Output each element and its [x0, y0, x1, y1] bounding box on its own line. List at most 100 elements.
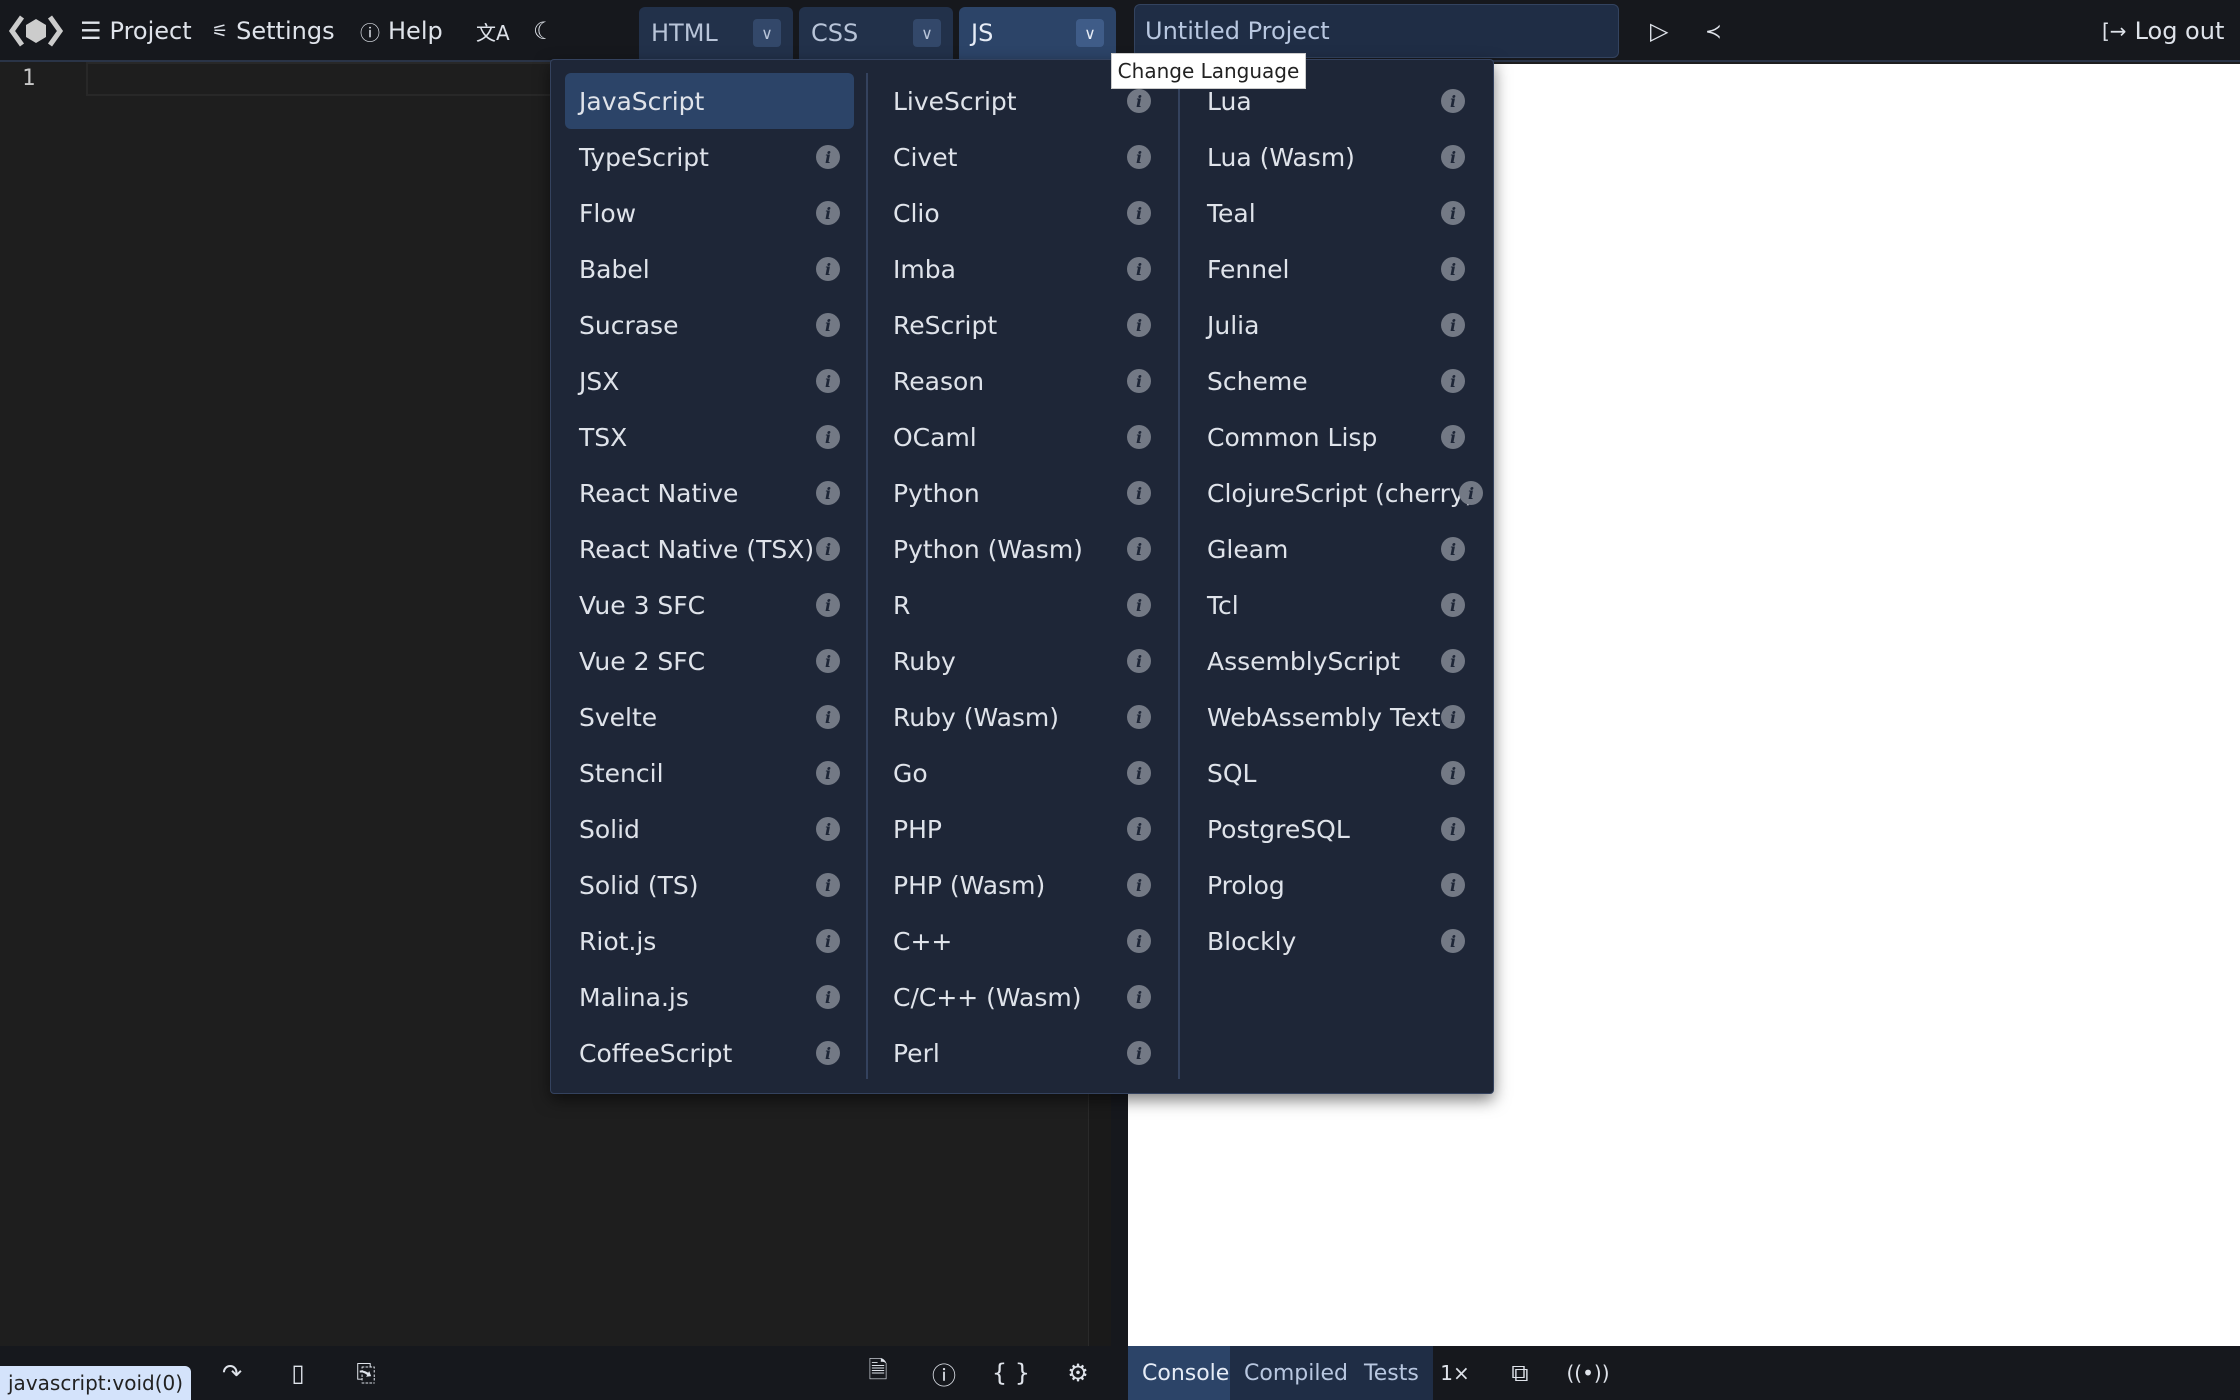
info-icon[interactable]: i	[1127, 1041, 1151, 1065]
chevron-down-icon[interactable]: ∨	[1076, 19, 1104, 47]
menu-item[interactable]: Teal i	[1193, 185, 1479, 241]
menu-item[interactable]: Ruby (Wasm) i	[879, 689, 1165, 745]
info-icon[interactable]: i	[1127, 985, 1151, 1009]
info-icon[interactable]: i	[816, 145, 840, 169]
menu-item[interactable]: Fennel i	[1193, 241, 1479, 297]
tab-css[interactable]: CSS ∨	[799, 7, 953, 59]
info-icon[interactable]: i	[1441, 873, 1465, 897]
menu-item[interactable]: Ri	[879, 577, 1165, 633]
menu-item[interactable]: TypeScript i	[565, 129, 854, 185]
info-icon[interactable]: i	[1441, 649, 1465, 673]
info-icon[interactable]: i	[1459, 481, 1483, 505]
info-icon[interactable]: i	[1127, 425, 1151, 449]
menu-item[interactable]: Imba i	[879, 241, 1165, 297]
info-icon[interactable]: i	[1441, 201, 1465, 225]
menu-item[interactable]: React Native (TSX) i	[565, 521, 854, 577]
menu-item[interactable]: PostgreSQL i	[1193, 801, 1479, 857]
menu-item[interactable]: Common Lisp i	[1193, 409, 1479, 465]
menu-item[interactable]: SQL i	[1193, 745, 1479, 801]
menu-item[interactable]: Sucrase i	[565, 297, 854, 353]
clipboard-icon[interactable]: ⎘	[346, 1346, 386, 1400]
tab-html[interactable]: HTML ∨	[639, 7, 793, 59]
info-icon[interactable]: i	[1127, 537, 1151, 561]
info-icon[interactable]: i	[1441, 313, 1465, 337]
menu-item[interactable]: C/C++ (Wasm) i	[879, 969, 1165, 1025]
info-icon[interactable]: ⓘ	[924, 1346, 964, 1400]
copy-icon[interactable]: ▯	[278, 1346, 318, 1400]
menu-item[interactable]: Solid (TS) i	[565, 857, 854, 913]
info-icon[interactable]: i	[1127, 929, 1151, 953]
info-icon[interactable]: i	[1441, 593, 1465, 617]
chevron-down-icon[interactable]: ∨	[753, 19, 781, 47]
info-icon[interactable]: i	[816, 425, 840, 449]
menu-item[interactable]: JSX i	[565, 353, 854, 409]
tab-compiled[interactable]: Compiled	[1230, 1346, 1362, 1400]
settings-button[interactable]: ⚟ Settings	[212, 12, 335, 50]
broadcast-icon[interactable]: ((•))	[1567, 1346, 1610, 1400]
info-icon[interactable]: i	[1441, 537, 1465, 561]
info-icon[interactable]: i	[816, 761, 840, 785]
speed-button[interactable]: 1×	[1435, 1346, 1475, 1400]
info-icon[interactable]: i	[1127, 313, 1151, 337]
braces-icon[interactable]: { }	[991, 1346, 1031, 1400]
info-icon[interactable]: i	[1441, 705, 1465, 729]
chevron-down-icon[interactable]: ∨	[913, 19, 941, 47]
info-icon[interactable]: i	[1127, 201, 1151, 225]
menu-item[interactable]: JavaScript	[565, 73, 854, 129]
menu-item[interactable]: Riot.js i	[565, 913, 854, 969]
info-icon[interactable]: i	[1441, 929, 1465, 953]
play-icon[interactable]: ▷	[1650, 12, 1668, 50]
menu-item[interactable]: React Native i	[565, 465, 854, 521]
menu-item[interactable]: CoffeeScript i	[565, 1025, 854, 1081]
info-icon[interactable]: i	[816, 705, 840, 729]
menu-item[interactable]: Clio i	[879, 185, 1165, 241]
info-icon[interactable]: i	[816, 369, 840, 393]
info-icon[interactable]: i	[816, 1041, 840, 1065]
menu-item[interactable]: Vue 3 SFC i	[565, 577, 854, 633]
info-icon[interactable]: i	[816, 313, 840, 337]
menu-item[interactable]: TSX i	[565, 409, 854, 465]
menu-item[interactable]: Perl i	[879, 1025, 1165, 1081]
menu-item[interactable]: Prolog i	[1193, 857, 1479, 913]
menu-item[interactable]: Lua (Wasm) i	[1193, 129, 1479, 185]
info-icon[interactable]: i	[1127, 89, 1151, 113]
info-icon[interactable]: i	[1441, 369, 1465, 393]
logo-icon[interactable]	[8, 12, 64, 50]
translate-icon[interactable]: 文A	[476, 12, 510, 50]
menu-item[interactable]: Gleam i	[1193, 521, 1479, 577]
info-icon[interactable]: i	[816, 873, 840, 897]
info-icon[interactable]: i	[1441, 89, 1465, 113]
project-menu-button[interactable]: ☰ Project	[80, 12, 192, 50]
info-icon[interactable]: i	[816, 257, 840, 281]
menu-item[interactable]: Malina.js i	[565, 969, 854, 1025]
menu-item[interactable]: Julia i	[1193, 297, 1479, 353]
tab-tests[interactable]: Tests	[1350, 1346, 1433, 1400]
menu-item[interactable]: Stencil i	[565, 745, 854, 801]
info-icon[interactable]: i	[1441, 257, 1465, 281]
redo-icon[interactable]: ↷	[212, 1346, 252, 1400]
info-icon[interactable]: i	[816, 201, 840, 225]
info-icon[interactable]: i	[816, 985, 840, 1009]
menu-item[interactable]: Vue 2 SFC i	[565, 633, 854, 689]
menu-item[interactable]: ReScript i	[879, 297, 1165, 353]
menu-item[interactable]: Go i	[879, 745, 1165, 801]
info-icon[interactable]: i	[1127, 481, 1151, 505]
info-icon[interactable]: i	[1127, 705, 1151, 729]
menu-item[interactable]: Python (Wasm) i	[879, 521, 1165, 577]
menu-item[interactable]: Ruby i	[879, 633, 1165, 689]
menu-item[interactable]: Svelte i	[565, 689, 854, 745]
info-icon[interactable]: i	[816, 593, 840, 617]
menu-item[interactable]: Python i	[879, 465, 1165, 521]
project-title-input[interactable]	[1134, 4, 1619, 58]
info-icon[interactable]: i	[1441, 817, 1465, 841]
tab-js[interactable]: JS ∨	[959, 7, 1116, 59]
info-icon[interactable]: i	[1127, 257, 1151, 281]
info-icon[interactable]: i	[1441, 761, 1465, 785]
gear-icon[interactable]: ⚙	[1058, 1346, 1098, 1400]
tab-console[interactable]: Console	[1128, 1346, 1244, 1400]
info-icon[interactable]: i	[1441, 425, 1465, 449]
menu-item[interactable]: Blockly i	[1193, 913, 1479, 969]
help-button[interactable]: ⓘ Help	[360, 12, 443, 50]
menu-item[interactable]: PHP (Wasm) i	[879, 857, 1165, 913]
menu-item[interactable]: Tcl i	[1193, 577, 1479, 633]
